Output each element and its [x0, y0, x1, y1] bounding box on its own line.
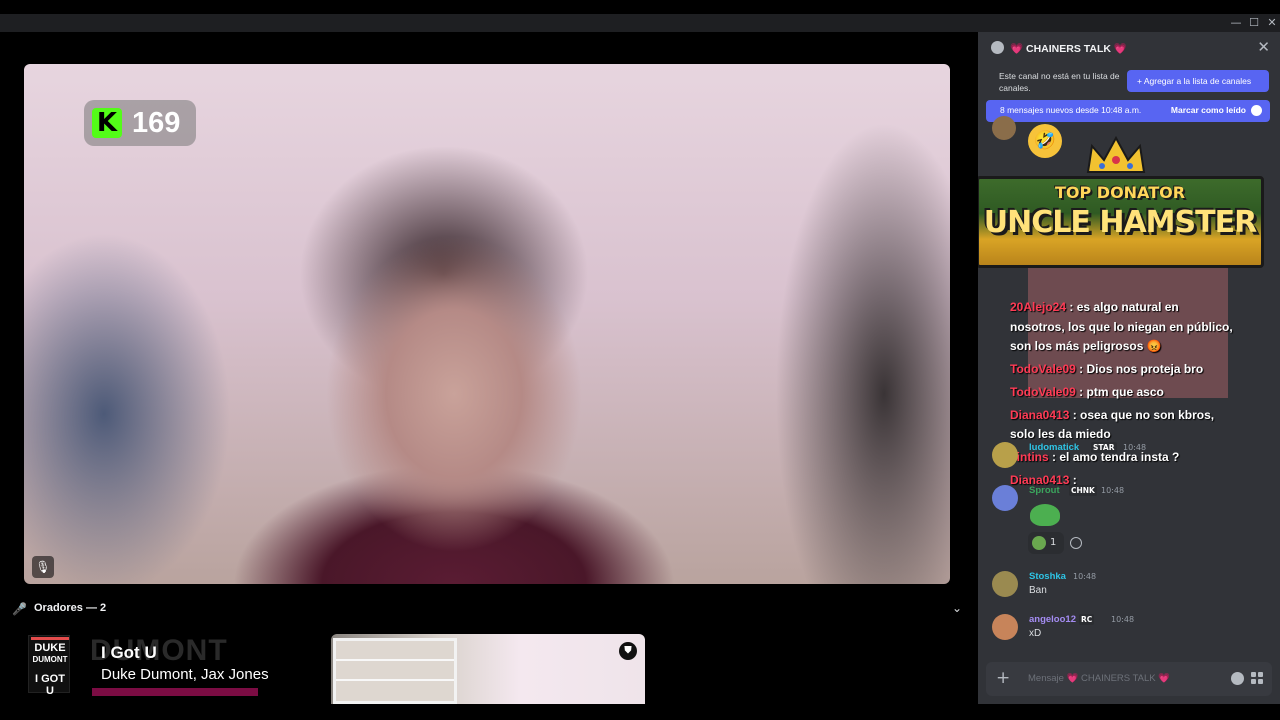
overlay-message-text: nosotros, los que lo niegan en público,	[1010, 320, 1233, 334]
composer-placeholder: Mensaje 💗 CHAINERS TALK 💗	[1028, 673, 1171, 684]
avatar[interactable]	[992, 614, 1018, 640]
overlay-username: TodoVale09	[1010, 362, 1076, 376]
username[interactable]: ludomatick	[1029, 442, 1079, 453]
kick-viewer-badge: K 169	[84, 100, 196, 146]
new-messages-text: 8 mensajes nuevos desde 10:48 a.m.	[1000, 105, 1142, 115]
reaction-pill[interactable]: 1	[1028, 532, 1064, 554]
username[interactable]: Stoshka	[1029, 571, 1066, 582]
timestamp: 10:48	[1073, 572, 1097, 581]
song-artist: Duke Dumont, Jax Jones	[101, 666, 269, 683]
overlay-username: Diana0413	[1010, 408, 1070, 422]
minimize-button[interactable]: —	[1226, 14, 1246, 32]
plus-icon[interactable]: +	[996, 668, 1010, 688]
album-art: DUKE DUMONT I GOT U	[28, 635, 70, 697]
album-text-1: DUKE	[34, 642, 66, 654]
donor-banner: TOP DONATOR UNCLE HAMSTER	[978, 176, 1264, 268]
microphone-icon: 🎤	[12, 602, 27, 616]
avatar[interactable]	[992, 442, 1018, 468]
timestamp: 10:48	[1111, 615, 1135, 624]
donor-top-label: TOP DONATOR	[1054, 183, 1186, 202]
add-reaction-icon[interactable]	[1070, 537, 1082, 549]
close-icon[interactable]: ✕	[1257, 38, 1270, 56]
stage-area: K 169 🎙 🎤 Oradores — 2 ⌄ DUKE DUMONT I G…	[0, 32, 974, 704]
video-stream[interactable]: K 169 🎙	[24, 64, 950, 584]
overlay-chat-line: son los más peligrosos 😡	[1010, 337, 1250, 356]
overlay-chat-line: TodoVale09 : ptm que asco	[1010, 383, 1250, 402]
avatar[interactable]	[992, 485, 1018, 511]
second-camera-tile[interactable]: ⛊	[331, 634, 645, 704]
top-donator-overlay: TOP DONATOR UNCLE HAMSTER	[978, 136, 1264, 268]
speakers-header[interactable]: 🎤 Oradores — 2 ⌄	[0, 598, 974, 622]
guild-tag: CHNK	[1069, 485, 1097, 496]
message-body: xD	[1029, 628, 1042, 639]
app-window: — ☐ ✕ K 169 🎙 🎤 Oradores — 2 ⌄ DUKE DUMO…	[0, 0, 1280, 720]
guild-tag: RC	[1079, 614, 1095, 625]
overlay-chat-line: nosotros, los que lo niegan en público,	[1010, 318, 1250, 337]
speakers-label: Oradores — 2	[34, 602, 107, 614]
mark-read-icon	[1251, 105, 1262, 116]
song-title: I Got U	[101, 643, 157, 662]
timestamp: 10:48	[1123, 443, 1147, 452]
guild-tag: STAR	[1091, 442, 1117, 453]
message-body: Ban	[1029, 585, 1047, 596]
title-bar: — ☐ ✕	[0, 14, 1280, 32]
apps-icon[interactable]	[1251, 672, 1264, 685]
now-playing-tile[interactable]: DUKE DUMONT I GOT U DUMONT I Got U Duke …	[24, 632, 324, 702]
overlay-message-text: : es algo natural en	[1069, 300, 1179, 314]
emoji-icon[interactable]	[1231, 672, 1244, 685]
album-text-2: DUMONT	[32, 655, 68, 664]
chat-title: 💗 CHAINERS TALK 💗	[1010, 43, 1127, 55]
chevron-down-icon[interactable]: ⌄	[952, 601, 962, 615]
add-channel-button[interactable]: + Agregar a la lista de canales	[1127, 70, 1269, 92]
donor-name: UNCLE HAMSTER	[983, 205, 1257, 240]
overlay-message-text: : Dios nos proteja bro	[1079, 362, 1204, 376]
overlay-message-text: : osea que no son kbros,	[1072, 408, 1215, 422]
overlay-message-text: solo les da miedo	[1010, 427, 1111, 441]
overlay-message-text: son los más peligrosos 😡	[1010, 339, 1162, 353]
overlay-username: 20Alejo24	[1010, 300, 1067, 314]
chat-header: 💗 CHAINERS TALK 💗 ✕	[978, 32, 1280, 64]
overlay-chat-line: TodoVale09 : Dios nos proteja bro	[1010, 360, 1250, 379]
overlay-chat-line: Diana0413 : osea que no son kbros,	[1010, 406, 1250, 425]
new-messages-bar[interactable]: 8 mensajes nuevos desde 10:48 a.m. Marca…	[986, 100, 1270, 122]
pepe-emoji	[1030, 504, 1060, 526]
kick-logo-icon: K	[92, 108, 122, 138]
avatar[interactable]	[992, 571, 1018, 597]
song-accent-bar	[92, 688, 258, 696]
notice-text: Este canal no está en tu lista de canale…	[999, 71, 1120, 93]
reaction-count: 1	[1050, 537, 1057, 548]
overlay-message-text: : ptm que asco	[1079, 385, 1164, 399]
muted-mic-icon: 🎙	[32, 556, 54, 578]
crown-icon	[1086, 136, 1146, 173]
username[interactable]: Sprout	[1029, 485, 1060, 496]
timestamp: 10:48	[1101, 486, 1125, 495]
chat-panel: 💗 CHAINERS TALK 💗 ✕ Este canal no está e…	[978, 32, 1280, 704]
reaction-emoji-icon	[1032, 536, 1046, 550]
close-window-button[interactable]: ✕	[1262, 14, 1280, 32]
viewer-count: 169	[132, 106, 181, 139]
username[interactable]: angeloo12	[1029, 614, 1076, 625]
overlay-chat-line: 20Alejo24 : es algo natural en	[1010, 298, 1250, 317]
shield-icon: ⛊	[619, 642, 637, 660]
thread-icon	[991, 41, 1004, 54]
maximize-button[interactable]: ☐	[1244, 14, 1264, 32]
background-shelf	[333, 638, 457, 704]
mark-read-button[interactable]: Marcar como leído	[1171, 105, 1246, 115]
channel-notice: Este canal no está en tu lista de canale…	[988, 70, 1278, 96]
message-composer[interactable]: + Mensaje 💗 CHAINERS TALK 💗	[986, 662, 1272, 696]
overlay-username: TodoVale09	[1010, 385, 1076, 399]
album-text-3: I GOT U	[35, 673, 65, 697]
